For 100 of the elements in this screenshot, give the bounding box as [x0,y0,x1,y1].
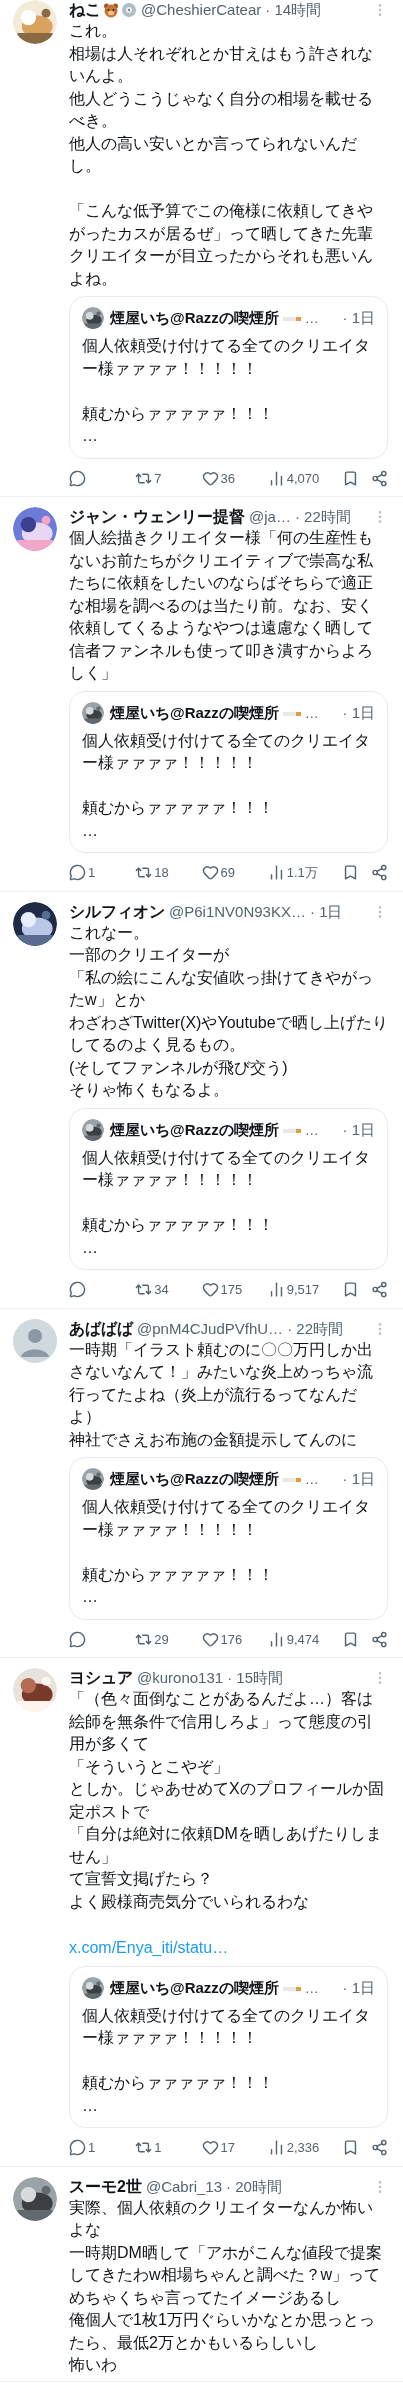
post-time: · 22時間 [294,507,351,527]
author-handle[interactable]: @Cabri_13 [145,2176,222,2197]
share-icon [371,1281,388,1299]
post-text: 頼むからァァァァァ！！！ [82,403,275,424]
post-text: 頼むからァァァァァ！！！ [82,2073,275,2093]
post-text: 個人依頼受け付けてる全てのクリエイター様ァァァァ！！！！！ [82,1147,371,1190]
post-text: よく殿様商売気分でいられるわな [69,1891,310,1912]
author-name[interactable]: あばばば [69,1318,133,1339]
share-icon [371,469,388,487]
bookmark-button[interactable] [342,2139,359,2157]
author-handle[interactable]: @ja… [249,507,291,527]
post-text: 個人依頼受け付けてる全てのクリエイター様ァァァァ！！！！！ [82,336,371,379]
share-button[interactable] [371,469,388,487]
quoted-author-name: 煙屋いち@Razzの喫煙所 [110,1119,279,1140]
post-time: · 15時間 [227,1668,283,1688]
share-button[interactable] [371,1630,388,1648]
post-text: 個人依頼受け付けてる全てのクリエイター様ァァァァ！！！！！ [82,1497,371,1540]
speech-bubble-icon [69,864,86,882]
post-time: · 22時間 [287,1318,343,1339]
ellipsis: … [304,309,319,328]
quoted-post[interactable]: 煙屋いち@Razzの喫煙所 … · 1日 個人依頼受け付けてる全てのクリエイター様ァァァァ！！！！！ 頼むからァァァァァ！！！ … [69,1107,388,1270]
post-text: … [82,426,99,446]
views-button[interactable]: 9,517 [267,1280,334,1300]
heart-icon [201,1630,219,1648]
repost-button[interactable]: 1 [135,2138,202,2158]
ellipsis: … [304,1978,319,1998]
author-name[interactable]: ねこ [69,0,101,20]
post-text: 俺個人で1枚1万円ぐらいかなとか思っとったら、最低2万とかもいるらしいし [69,2310,376,2353]
bookmark-button[interactable] [342,864,359,882]
ellipsis: … [304,1470,319,1489]
author-name[interactable]: ヨシュア [69,1668,133,1688]
post-text: わざわざTwitter(X)やYoutubeで晒し上げたりしてるのよく見るもの。 [69,1012,388,1055]
post-time: · 1日 [342,1119,375,1140]
share-button[interactable] [371,2139,388,2157]
post-text: … [82,1237,99,1258]
reply-button[interactable]: 1 [69,2138,136,2158]
quoted-post[interactable]: 煙屋いち@Razzの喫煙所 … · 1日 個人依頼受け付けてる全てのクリエイター様ァァァァ！！！！！ 頼むからァァァァァ！！！ … [69,296,388,459]
bookmark-icon [342,1281,359,1299]
speech-bubble-icon [69,1281,86,1299]
quoted-author-name: 煙屋いち@Razzの喫煙所 [110,308,279,328]
heart-icon [201,864,219,882]
reply-button[interactable]: 1 [69,863,136,883]
post-text: 個人絵描きクリエイター様「何の生産性もないお前たちがクリエイティブで崇高な私たちに依頼をしたいのならばそちらで適正な相場を調べるのは当たり前。なお、安く依頼してくるようなやつは遠慮なく晒して信者ファンネルも使って叩き潰すからよろしく」 [69,528,374,683]
quoted-post[interactable]: 煙屋いち@Razzの喫煙所 … · 1日 個人依頼受け付けてる全てのクリエイター様ァァァァ！！！！！ 頼むからァァァァァ！！！ … [69,1965,388,2128]
bookmark-button[interactable] [342,1630,359,1648]
repost-button[interactable]: 7 [135,468,202,488]
post-text: 頼むからァァァァァ！！！ [82,798,275,818]
bookmark-icon [342,1630,359,1648]
bookmark-button[interactable] [342,1281,359,1299]
post-text: 他人の高い安いとか言ってられないんだし。 [69,133,358,176]
author-name[interactable]: シルフィオン [69,901,165,922]
post-text: 怖いわ [69,2355,118,2375]
repost-button[interactable]: 29 [135,1629,202,1649]
author-name[interactable]: スーモ2世 [69,2176,142,2197]
like-button[interactable]: 17 [201,2138,268,2158]
quoted-post[interactable]: 煙屋いち@Razzの喫煙所 … · 1日 個人依頼受け付けてる全てのクリエイター様ァァァァ！！！！！ 頼むからァァァァァ！！！ … [69,690,388,853]
views-button[interactable]: 2,336 [267,2138,334,2158]
like-button[interactable]: 175 [201,1280,268,1300]
views-button[interactable]: 1.1万 [267,863,334,883]
share-icon [371,2139,388,2157]
speech-bubble-icon [69,469,86,487]
like-button[interactable]: 36 [201,468,268,488]
author-handle[interactable]: @CheshierCatear [141,0,262,20]
post-text: 頼むからァァァァァ！！！ [82,1564,275,1585]
post-time: · 1日 [342,1977,375,1998]
repost-button[interactable]: 34 [135,1280,202,1300]
author-name[interactable]: ジャン・ウェンリー提督 [69,507,245,527]
views-button[interactable]: 9,474 [267,1629,334,1649]
heart-icon [201,2139,219,2157]
author-handle[interactable]: @kurono131 [137,1668,224,1688]
share-icon [371,864,388,882]
bookmark-icon [342,2139,359,2157]
heart-icon [201,469,219,487]
heart-icon [201,1281,219,1299]
post-text: … [82,820,99,841]
share-button[interactable] [371,864,388,882]
post-text: 「（色々面倒なことがあるんだよ…）客は絵師を無条件で信用しろよ」って態度の引用が多くて [69,1689,374,1754]
quoted-post[interactable]: 煙屋いち@Razzの喫煙所 … · 1日 個人依頼受け付けてる全てのクリエイター様ァァァァ！！！！！ 頼むからァァァァァ！！！ … [69,1457,388,1620]
post-text: (そしてファンネルが飛び交う) [69,1057,289,1078]
views-button[interactable]: 4,070 [267,468,334,488]
post-text: 一時期「イラスト頼むのに〇〇万円しか出さないなんて！」みたいな炎上めっちゃ流行ってたよね（炎上が流行るってなんだよ） [69,1339,374,1427]
post-text: 頼むからァァァァァ！！！ [82,1215,275,1235]
share-button[interactable] [371,1281,388,1299]
post-time: · 1日 [309,901,343,922]
post-text: … [82,1587,99,1607]
author-handle[interactable]: @pnM4CJudPVfhU… [137,1318,284,1339]
post-text: 「そういうとこやぞ」 [69,1756,230,1777]
post-text: これなー。 [69,922,150,943]
bookmark-icon [342,469,359,487]
like-button[interactable]: 69 [201,863,268,883]
post-text: … [82,2095,99,2116]
ellipsis: … [304,703,319,723]
author-handle[interactable]: @P6i1NV0N93KX… [169,901,306,922]
post-time: · 14時間 [265,0,322,20]
repost-button[interactable]: 18 [135,863,202,883]
post-text: 一部のクリエイターが [69,945,230,965]
post-time: · 1日 [342,308,375,328]
post-text: 実際、個人依頼のクリエイターなんか怖いよな [69,2197,374,2240]
like-button[interactable]: 176 [201,1629,268,1649]
bookmark-button[interactable] [342,469,359,487]
